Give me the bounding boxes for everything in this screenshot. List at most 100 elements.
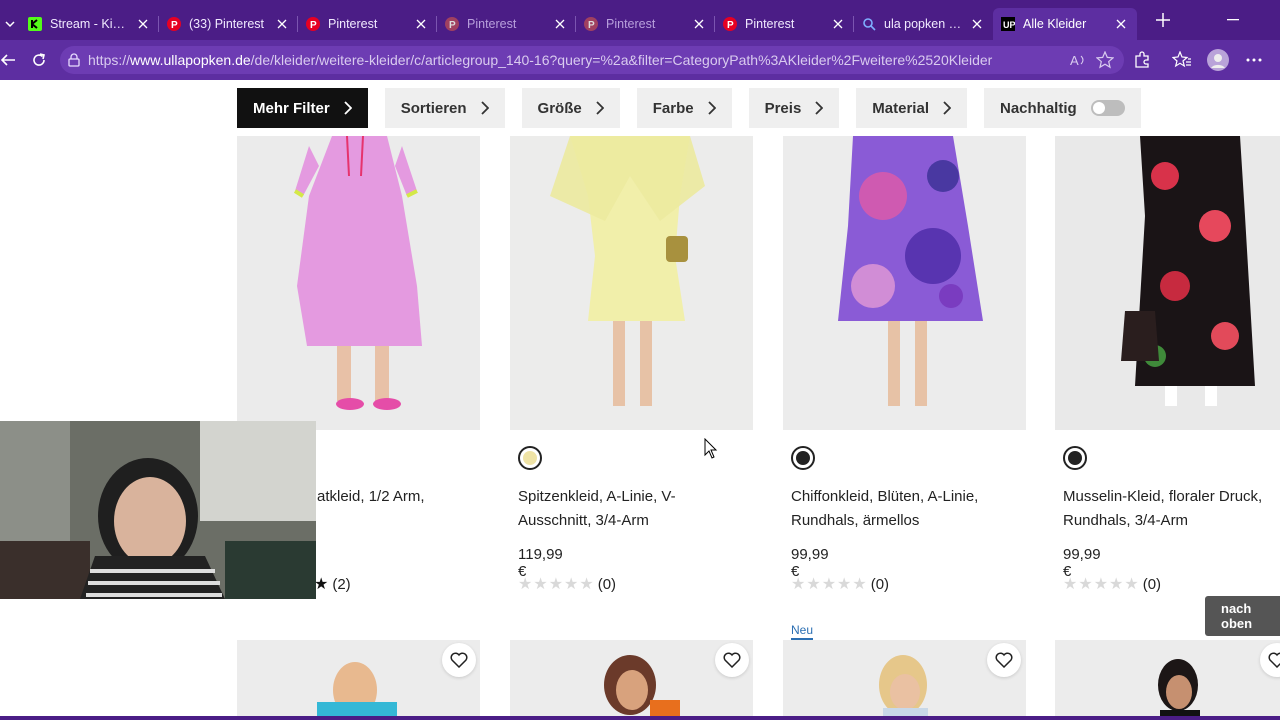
wishlist-heart-button[interactable] bbox=[987, 643, 1021, 677]
star-icon: ★ bbox=[314, 576, 329, 593]
tab-alle-kleider[interactable]: UP Alle Kleider bbox=[993, 8, 1137, 40]
url-path: /de/kleider/weitere-kleider/c/articlegro… bbox=[250, 52, 993, 68]
tab-title: Pinterest bbox=[328, 17, 378, 31]
tab-search-ulla[interactable]: ula popken - Su bbox=[854, 8, 993, 40]
back-button[interactable] bbox=[0, 48, 20, 72]
back-to-top-button[interactable]: nach oben bbox=[1205, 596, 1280, 636]
wishlist-heart-button[interactable] bbox=[442, 643, 476, 677]
chevron-right-icon bbox=[943, 101, 951, 115]
svg-text:P: P bbox=[310, 20, 317, 31]
address-bar[interactable]: https://www.ullapopken.de/de/kleider/wei… bbox=[60, 46, 1124, 74]
sort-label: Sortieren bbox=[400, 99, 467, 117]
price-filter-button[interactable]: Preis bbox=[748, 88, 840, 128]
favorite-star-icon[interactable] bbox=[1095, 50, 1115, 72]
profile-button[interactable] bbox=[1206, 48, 1230, 72]
sort-button[interactable]: Sortieren bbox=[384, 88, 505, 128]
product-rating: ★ ★ ★ ★ ★ (0) bbox=[518, 574, 616, 594]
favorites-button[interactable] bbox=[1170, 48, 1194, 72]
reload-button[interactable] bbox=[27, 48, 51, 72]
close-icon[interactable] bbox=[1113, 16, 1129, 32]
arrow-left-icon bbox=[0, 54, 15, 66]
close-icon[interactable] bbox=[691, 16, 707, 32]
new-tab-button[interactable] bbox=[1147, 4, 1179, 36]
star-rating-icon: ★ ★ ★ ★ ★ bbox=[518, 576, 594, 593]
extensions-button[interactable] bbox=[1130, 48, 1154, 72]
close-icon[interactable] bbox=[135, 16, 151, 32]
avatar-icon bbox=[1207, 49, 1229, 71]
close-icon[interactable] bbox=[969, 16, 985, 32]
pinterest-icon: P bbox=[306, 17, 320, 31]
price-label: Preis bbox=[764, 99, 802, 117]
tab-pinterest-5[interactable]: P Pinterest bbox=[715, 8, 854, 40]
tab-title: (33) Pinterest bbox=[189, 17, 265, 31]
settings-menu-button[interactable] bbox=[1242, 48, 1266, 72]
pinterest-icon: P bbox=[167, 17, 181, 31]
color-filter-button[interactable]: Farbe bbox=[636, 88, 732, 128]
product-name[interactable]: Chiffonkleid, Blüten, A-Linie, Rundhals,… bbox=[791, 485, 1021, 533]
product-image[interactable] bbox=[783, 136, 1026, 430]
product-image[interactable] bbox=[510, 136, 753, 430]
pinterest-icon: P bbox=[723, 17, 737, 31]
size-label: Größe bbox=[537, 99, 582, 117]
chevron-down-icon bbox=[5, 21, 15, 28]
mouse-cursor-icon bbox=[704, 438, 718, 459]
tab-pinterest-3[interactable]: P Pinterest bbox=[437, 8, 576, 40]
url-prefix: https:// bbox=[88, 52, 131, 68]
tab-pinterest-33[interactable]: P (33) Pinterest bbox=[159, 8, 298, 40]
more-filters-button[interactable]: Mehr Filter bbox=[237, 88, 368, 128]
product-name[interactable]: Spitzenkleid, A-Linie, V-Ausschnitt, 3/4… bbox=[518, 485, 748, 533]
tab-actions-menu[interactable] bbox=[0, 8, 20, 40]
pinterest-icon: P bbox=[445, 17, 459, 31]
product-image[interactable] bbox=[1055, 136, 1280, 430]
size-filter-button[interactable]: Größe bbox=[521, 88, 620, 128]
material-label: Material bbox=[872, 99, 929, 117]
product-name[interactable]: atkleid, 1/2 Arm, bbox=[317, 485, 547, 509]
lock-icon bbox=[60, 53, 88, 67]
tab-kick[interactable]: Stream - Kick D bbox=[20, 8, 159, 40]
color-swatch[interactable] bbox=[1063, 446, 1087, 470]
color-swatch[interactable] bbox=[791, 446, 815, 470]
url-host: www.ullapopken.de bbox=[130, 52, 251, 68]
svg-text:UP: UP bbox=[1003, 20, 1015, 30]
filter-bar: Mehr Filter Sortieren Größe Farbe Preis … bbox=[237, 88, 1141, 128]
minimize-icon bbox=[1227, 19, 1239, 21]
kick-icon bbox=[28, 17, 42, 31]
close-icon[interactable] bbox=[413, 16, 429, 32]
review-count: (2) bbox=[332, 575, 351, 593]
svg-text:P: P bbox=[727, 20, 734, 31]
heart-icon bbox=[1268, 652, 1280, 668]
read-aloud-icon[interactable]: A bbox=[1070, 52, 1086, 71]
product-image[interactable] bbox=[1055, 640, 1280, 720]
more-filters-label: Mehr Filter bbox=[253, 99, 330, 117]
sustainable-toggle[interactable] bbox=[1090, 100, 1125, 116]
product-rating: ★ (2) bbox=[314, 574, 351, 594]
screen: Stream - Kick D P (33) Pinterest P Pinte… bbox=[0, 0, 1280, 720]
new-badge: Neu bbox=[791, 623, 814, 640]
favorites-icon bbox=[1172, 51, 1191, 68]
heart-icon bbox=[450, 652, 468, 668]
chevron-right-icon bbox=[344, 101, 352, 115]
reload-icon bbox=[33, 53, 45, 66]
sustainable-label: Nachhaltig bbox=[1000, 99, 1077, 117]
heart-icon bbox=[723, 652, 741, 668]
tab-title: Pinterest bbox=[606, 17, 656, 31]
pinterest-icon: P bbox=[584, 17, 598, 31]
product-name[interactable]: Musselin-Kleid, floraler Druck, Rundhals… bbox=[1063, 485, 1278, 533]
material-filter-button[interactable]: Material bbox=[856, 88, 967, 128]
product-image[interactable] bbox=[237, 136, 480, 430]
svg-text:P: P bbox=[449, 20, 456, 31]
product-rating: ★ ★ ★ ★ ★ (0) bbox=[1063, 574, 1161, 594]
svg-text:P: P bbox=[588, 20, 595, 31]
sustainable-filter[interactable]: Nachhaltig bbox=[984, 88, 1141, 128]
close-icon[interactable] bbox=[274, 16, 290, 32]
svg-text:P: P bbox=[171, 20, 178, 31]
minimize-button[interactable] bbox=[1210, 0, 1256, 40]
tab-title: ula popken - Su bbox=[884, 17, 963, 31]
heart-icon bbox=[995, 652, 1013, 668]
tab-pinterest-2[interactable]: P Pinterest bbox=[298, 8, 437, 40]
color-swatch[interactable] bbox=[518, 446, 542, 470]
wishlist-heart-button[interactable] bbox=[715, 643, 749, 677]
close-icon[interactable] bbox=[552, 16, 568, 32]
close-icon[interactable] bbox=[830, 16, 846, 32]
tab-pinterest-4[interactable]: P Pinterest bbox=[576, 8, 715, 40]
